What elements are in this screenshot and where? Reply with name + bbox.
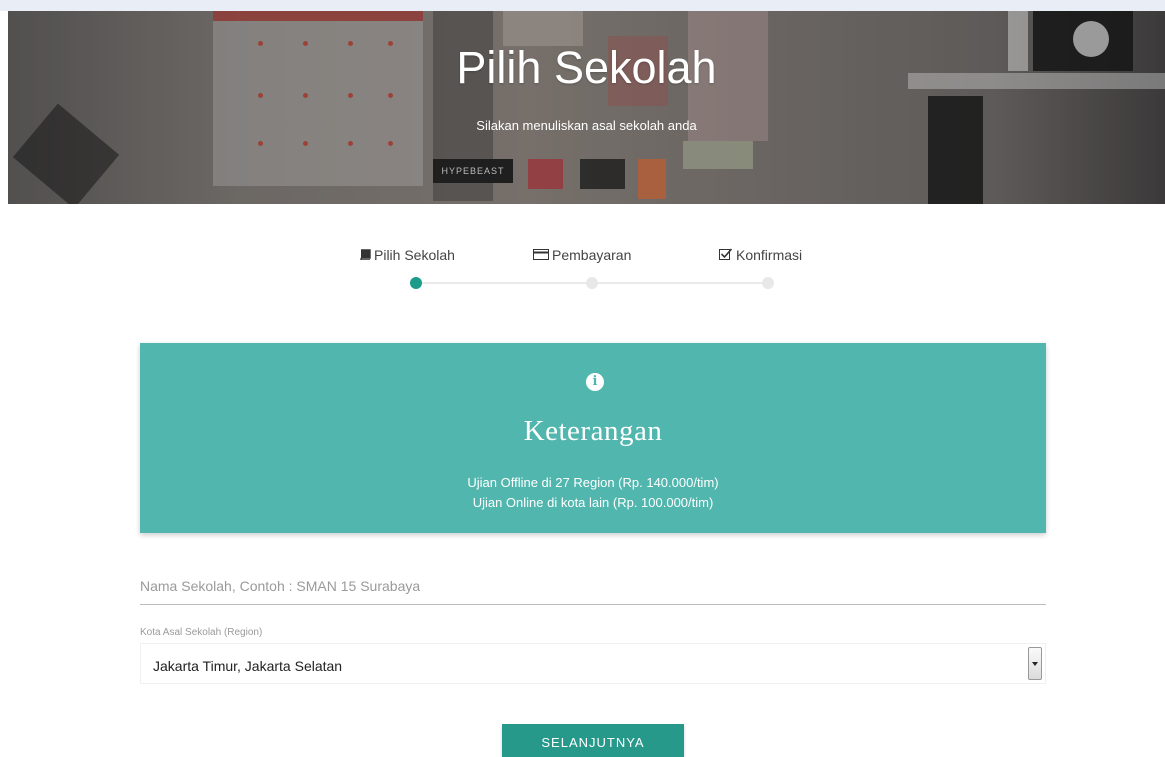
step-label: Pembayaran: [552, 247, 632, 263]
info-online-price: Ujian Online di kota lain (Rp. 100.000/t…: [472, 495, 714, 510]
region-selected-value: Jakarta Timur, Jakarta Selatan: [153, 658, 343, 674]
step-konfirmasi[interactable]: Konfirmasi: [719, 247, 802, 263]
step-pilih-sekolah[interactable]: Pilih Sekolah: [359, 247, 455, 263]
book-icon: [359, 248, 371, 263]
step-dot: [586, 277, 598, 289]
school-name-input[interactable]: [140, 568, 1046, 605]
step-progress: Pilih Sekolah Pembayaran Konfirmasi: [330, 247, 850, 297]
chevron-down-icon[interactable]: [1028, 647, 1042, 680]
step-dot-active: [410, 277, 422, 289]
page: HYPEBEAST Pilih Sekolah Silakan menulisk…: [0, 0, 1165, 757]
step-label: Pilih Sekolah: [374, 247, 455, 263]
info-panel: i Keterangan Ujian Offline di 27 Region …: [140, 343, 1046, 533]
hero-banner: HYPEBEAST Pilih Sekolah Silakan menulisk…: [8, 11, 1165, 204]
step-label: Konfirmasi: [736, 247, 803, 263]
info-title: Keterangan: [523, 415, 663, 447]
next-button[interactable]: SELANJUTNYA: [502, 724, 684, 757]
info-icon: i: [586, 373, 604, 391]
info-offline-price: Ujian Offline di 27 Region (Rp. 140.000/…: [467, 475, 719, 490]
region-select[interactable]: Jakarta Timur, Jakarta Selatan: [140, 643, 1046, 684]
page-title: Pilih Sekolah: [456, 42, 717, 93]
page-subtitle: Silakan menuliskan asal sekolah anda: [476, 118, 697, 133]
region-label: Kota Asal Sekolah (Region): [140, 627, 263, 638]
top-bar: [0, 0, 1165, 11]
credit-card-icon: [533, 248, 549, 263]
hero-overlay: [8, 11, 1165, 204]
checkbox-icon: [719, 248, 733, 263]
step-dot: [762, 277, 774, 289]
step-pembayaran[interactable]: Pembayaran: [533, 247, 631, 263]
